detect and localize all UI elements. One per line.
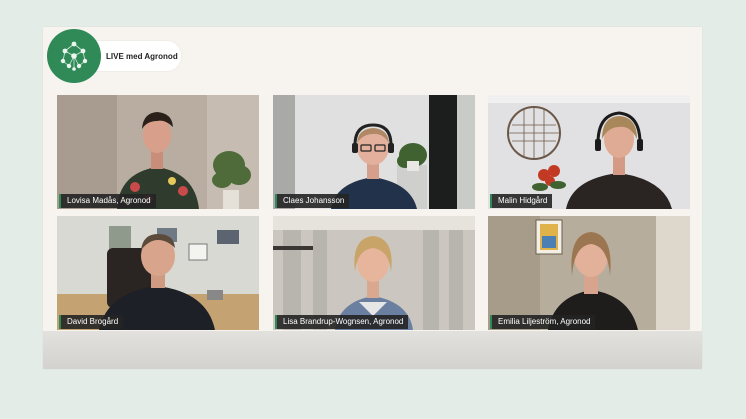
meeting-stage: LIVE med Agronod Lovisa Madås, Agronod C… xyxy=(43,27,702,369)
bottom-bar xyxy=(43,331,702,369)
video-tile[interactable]: Lisa Brandrup-Wognsen, Agronod xyxy=(273,216,475,330)
video-feed xyxy=(57,95,259,209)
participant-name: Malin Hidgård xyxy=(490,194,553,208)
video-tile[interactable]: Lovisa Madås, Agronod xyxy=(57,95,259,209)
video-tile[interactable]: David Brogård xyxy=(57,216,259,330)
live-title: LIVE med Agronod xyxy=(91,41,181,71)
video-tile[interactable]: Malin Hidgård xyxy=(488,95,690,209)
participant-name: Claes Johansson xyxy=(275,194,350,208)
video-feed xyxy=(273,216,475,330)
video-feed xyxy=(273,95,475,209)
video-feed xyxy=(57,216,259,330)
video-tile[interactable]: Claes Johansson xyxy=(273,95,475,209)
participant-name: Emilia Liljeström, Agronod xyxy=(490,315,596,329)
video-feed xyxy=(488,95,690,209)
video-feed xyxy=(488,216,690,330)
participant-name: Lisa Brandrup-Wognsen, Agronod xyxy=(275,315,409,329)
video-tile[interactable]: Emilia Liljeström, Agronod xyxy=(488,216,690,330)
participant-name: Lovisa Madås, Agronod xyxy=(59,194,156,208)
participant-name: David Brogård xyxy=(59,315,124,329)
agronod-network-icon xyxy=(60,41,88,71)
agronod-logo xyxy=(47,29,101,83)
